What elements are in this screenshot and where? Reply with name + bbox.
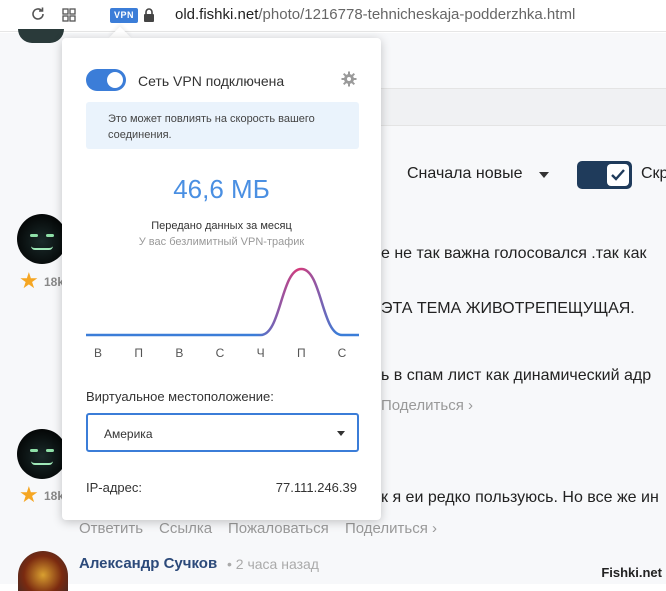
comment-text: ЭТА ТЕМА ЖИВОТРЕПЕЩУЩАЯ. bbox=[381, 300, 635, 317]
avatar bbox=[18, 29, 64, 43]
watermark: Fishki.net bbox=[601, 565, 662, 580]
avatar[interactable] bbox=[18, 551, 68, 591]
avatar-grin bbox=[31, 246, 53, 250]
vpn-badge-button[interactable]: VPN bbox=[110, 8, 139, 23]
tabs-grid-icon[interactable] bbox=[62, 8, 76, 22]
traffic-chart bbox=[86, 267, 359, 337]
checkmark-icon bbox=[611, 169, 625, 181]
hide-toggle[interactable] bbox=[577, 161, 632, 189]
permalink[interactable]: Ссылка bbox=[159, 520, 212, 537]
speed-notice: Это может повлиять на скорость вашего со… bbox=[86, 102, 359, 149]
comment-text: ь в спам лист как динамический адр bbox=[381, 367, 652, 384]
toggle-knob bbox=[107, 72, 123, 88]
lock-icon[interactable] bbox=[143, 7, 155, 23]
toggle-knob bbox=[607, 164, 629, 186]
comment-time: • 2 часа назад bbox=[227, 556, 319, 572]
avatar[interactable] bbox=[17, 214, 67, 264]
unlimited-caption: У вас безлимитный VPN-трафик bbox=[138, 236, 305, 248]
ip-value: 77.111.246.39 bbox=[275, 480, 357, 495]
traffic-caption: Передано данных за месяц bbox=[151, 220, 292, 232]
comment-text: е не так важна голосовался .так как bbox=[381, 245, 647, 262]
url-domain: old.fishki.net bbox=[175, 6, 259, 23]
reload-icon[interactable] bbox=[30, 6, 46, 22]
vpn-toggle[interactable] bbox=[86, 69, 126, 91]
chart-tick-label: В bbox=[93, 346, 102, 360]
chart-tick-label: С bbox=[215, 346, 225, 360]
reply-link[interactable]: Ответить bbox=[79, 520, 143, 537]
chart-tick-label: П bbox=[134, 346, 143, 360]
traffic-value: 46,6 МБ bbox=[173, 174, 270, 204]
chevron-down-icon bbox=[337, 431, 345, 436]
star-icon: ★ bbox=[19, 268, 39, 293]
share-link[interactable]: Поделиться › bbox=[381, 397, 473, 414]
avatar-eye bbox=[30, 234, 38, 237]
chart-tick-label: В bbox=[175, 346, 184, 360]
avatar-grin bbox=[31, 461, 53, 465]
gear-icon[interactable] bbox=[341, 71, 357, 87]
url-path: /photo/1216778-tehnicheskaja-podderzhka.… bbox=[258, 6, 576, 23]
avatar[interactable] bbox=[17, 429, 67, 479]
address-bar: VPN old.fishki.net/photo/1216778-tehnich… bbox=[0, 0, 666, 32]
vpn-status-label: Сеть VPN подключена bbox=[138, 73, 285, 89]
complain-link[interactable]: Пожаловаться bbox=[228, 520, 329, 537]
comment-author[interactable]: Александр Сучков bbox=[79, 555, 217, 572]
avatar-eye bbox=[46, 449, 54, 452]
chevron-down-icon bbox=[539, 172, 549, 178]
sort-dropdown[interactable]: Сначала новые bbox=[407, 165, 522, 183]
vpn-popup: Сеть VPN подключена Это может повлиять н… bbox=[62, 38, 381, 520]
chart-tick-label: П bbox=[297, 346, 306, 360]
location-select[interactable]: Америка bbox=[86, 413, 359, 452]
location-value: Америка bbox=[104, 427, 153, 441]
chart-tick-label: Ч bbox=[256, 346, 265, 360]
share-link[interactable]: Поделиться › bbox=[345, 520, 437, 537]
toggle-label: Скр bbox=[641, 165, 666, 182]
location-label: Виртуальное местоположение: bbox=[86, 389, 274, 404]
comment-text: к я еи редко пользуюсь. Но все же ин bbox=[381, 489, 659, 506]
ip-label: IP-адрес: bbox=[86, 480, 142, 495]
avatar-eye bbox=[46, 234, 54, 237]
page-header-strip bbox=[350, 88, 666, 126]
avatar-eye bbox=[30, 449, 38, 452]
star-icon: ★ bbox=[19, 482, 39, 507]
chart-tick-label: С bbox=[337, 346, 347, 360]
url-field[interactable]: old.fishki.net/photo/1216778-tehnicheska… bbox=[175, 6, 575, 23]
chart-series-line bbox=[86, 267, 359, 337]
